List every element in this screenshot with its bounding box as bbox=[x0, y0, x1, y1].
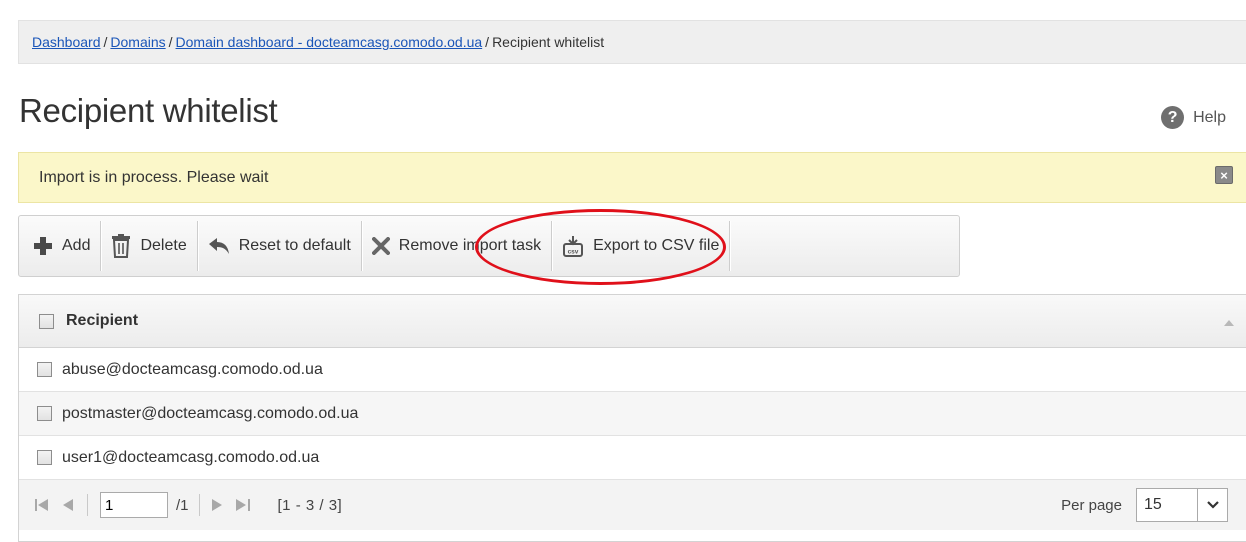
trash-icon bbox=[111, 234, 131, 258]
breadcrumb-separator: / bbox=[485, 34, 490, 50]
breadcrumb-domain-dashboard-link[interactable]: Domain dashboard - docteamcasg.comodo.od… bbox=[176, 34, 483, 50]
breadcrumb-dashboard-link[interactable]: Dashboard bbox=[32, 34, 101, 50]
plus-icon bbox=[33, 236, 53, 256]
delete-label: Delete bbox=[140, 237, 187, 254]
recipient-cell: postmaster@docteamcasg.comodo.od.ua bbox=[62, 404, 359, 422]
toolbar-divider bbox=[729, 221, 731, 271]
page-count: /1 bbox=[176, 496, 189, 514]
table-row[interactable]: postmaster@docteamcasg.comodo.od.ua bbox=[19, 392, 1246, 436]
breadcrumb: Dashboard / Domains / Domain dashboard -… bbox=[18, 20, 1246, 64]
per-page-select[interactable]: 15 bbox=[1136, 488, 1228, 522]
row-checkbox[interactable] bbox=[37, 450, 52, 465]
undo-icon bbox=[208, 237, 230, 255]
breadcrumb-current: Recipient whitelist bbox=[492, 34, 605, 50]
remove-import-task-button[interactable]: Remove import task bbox=[362, 221, 551, 271]
row-checkbox[interactable] bbox=[37, 362, 52, 377]
help-link[interactable]: ? Help bbox=[1161, 106, 1226, 129]
pager-divider bbox=[87, 494, 88, 516]
toolbar: Add Delete Reset to default Remove impor… bbox=[18, 215, 960, 277]
first-page-icon[interactable] bbox=[35, 499, 49, 511]
help-label: Help bbox=[1193, 108, 1226, 126]
breadcrumb-separator: / bbox=[168, 34, 173, 50]
per-page-value: 15 bbox=[1144, 496, 1162, 513]
table-row[interactable]: user1@docteamcasg.comodo.od.ua bbox=[19, 436, 1246, 480]
record-range: [1 - 3 / 3] bbox=[277, 496, 343, 514]
recipient-cell: abuse@docteamcasg.comodo.od.ua bbox=[62, 360, 323, 378]
page-number-input[interactable] bbox=[100, 492, 168, 518]
export-csv-button[interactable]: csv Export to CSV file bbox=[552, 221, 729, 271]
help-icon: ? bbox=[1161, 106, 1185, 129]
per-page-label: Per page bbox=[1061, 497, 1122, 514]
add-button[interactable]: Add bbox=[23, 221, 100, 271]
breadcrumb-domains-link[interactable]: Domains bbox=[110, 34, 165, 50]
next-page-icon[interactable] bbox=[211, 499, 222, 511]
table-header: Recipient bbox=[19, 295, 1246, 348]
export-label: Export to CSV file bbox=[593, 237, 720, 254]
remove-import-label: Remove import task bbox=[398, 237, 542, 254]
last-page-icon[interactable] bbox=[235, 499, 250, 511]
close-icon[interactable]: × bbox=[1215, 166, 1233, 184]
recipient-table: Recipient abuse@docteamcasg.comodo.od.ua… bbox=[18, 294, 1246, 542]
column-header-recipient[interactable]: Recipient bbox=[66, 312, 138, 330]
x-icon bbox=[371, 237, 390, 255]
previous-page-icon[interactable] bbox=[63, 499, 73, 511]
pagination-bar: /1 [1 - 3 / 3] Per page 15 bbox=[19, 480, 1246, 530]
delete-button[interactable]: Delete bbox=[101, 221, 196, 271]
reset-label: Reset to default bbox=[238, 237, 351, 254]
breadcrumb-separator: / bbox=[103, 34, 108, 50]
notice-text: Import is in process. Please wait bbox=[39, 168, 269, 186]
import-notice: Import is in process. Please wait × bbox=[18, 152, 1246, 203]
sort-up-icon[interactable] bbox=[1224, 313, 1234, 331]
csv-export-icon: csv bbox=[562, 235, 584, 257]
reset-to-default-button[interactable]: Reset to default bbox=[198, 221, 361, 271]
select-all-checkbox[interactable] bbox=[39, 313, 54, 329]
table-row[interactable]: abuse@docteamcasg.comodo.od.ua bbox=[19, 348, 1246, 392]
pager-divider bbox=[198, 494, 200, 516]
recipient-cell: user1@docteamcasg.comodo.od.ua bbox=[62, 448, 320, 466]
add-label: Add bbox=[62, 237, 91, 254]
svg-text:csv: csv bbox=[568, 249, 579, 256]
chevron-down-icon[interactable] bbox=[1197, 489, 1227, 521]
page-title: Recipient whitelist bbox=[19, 92, 278, 129]
row-checkbox[interactable] bbox=[37, 406, 52, 421]
